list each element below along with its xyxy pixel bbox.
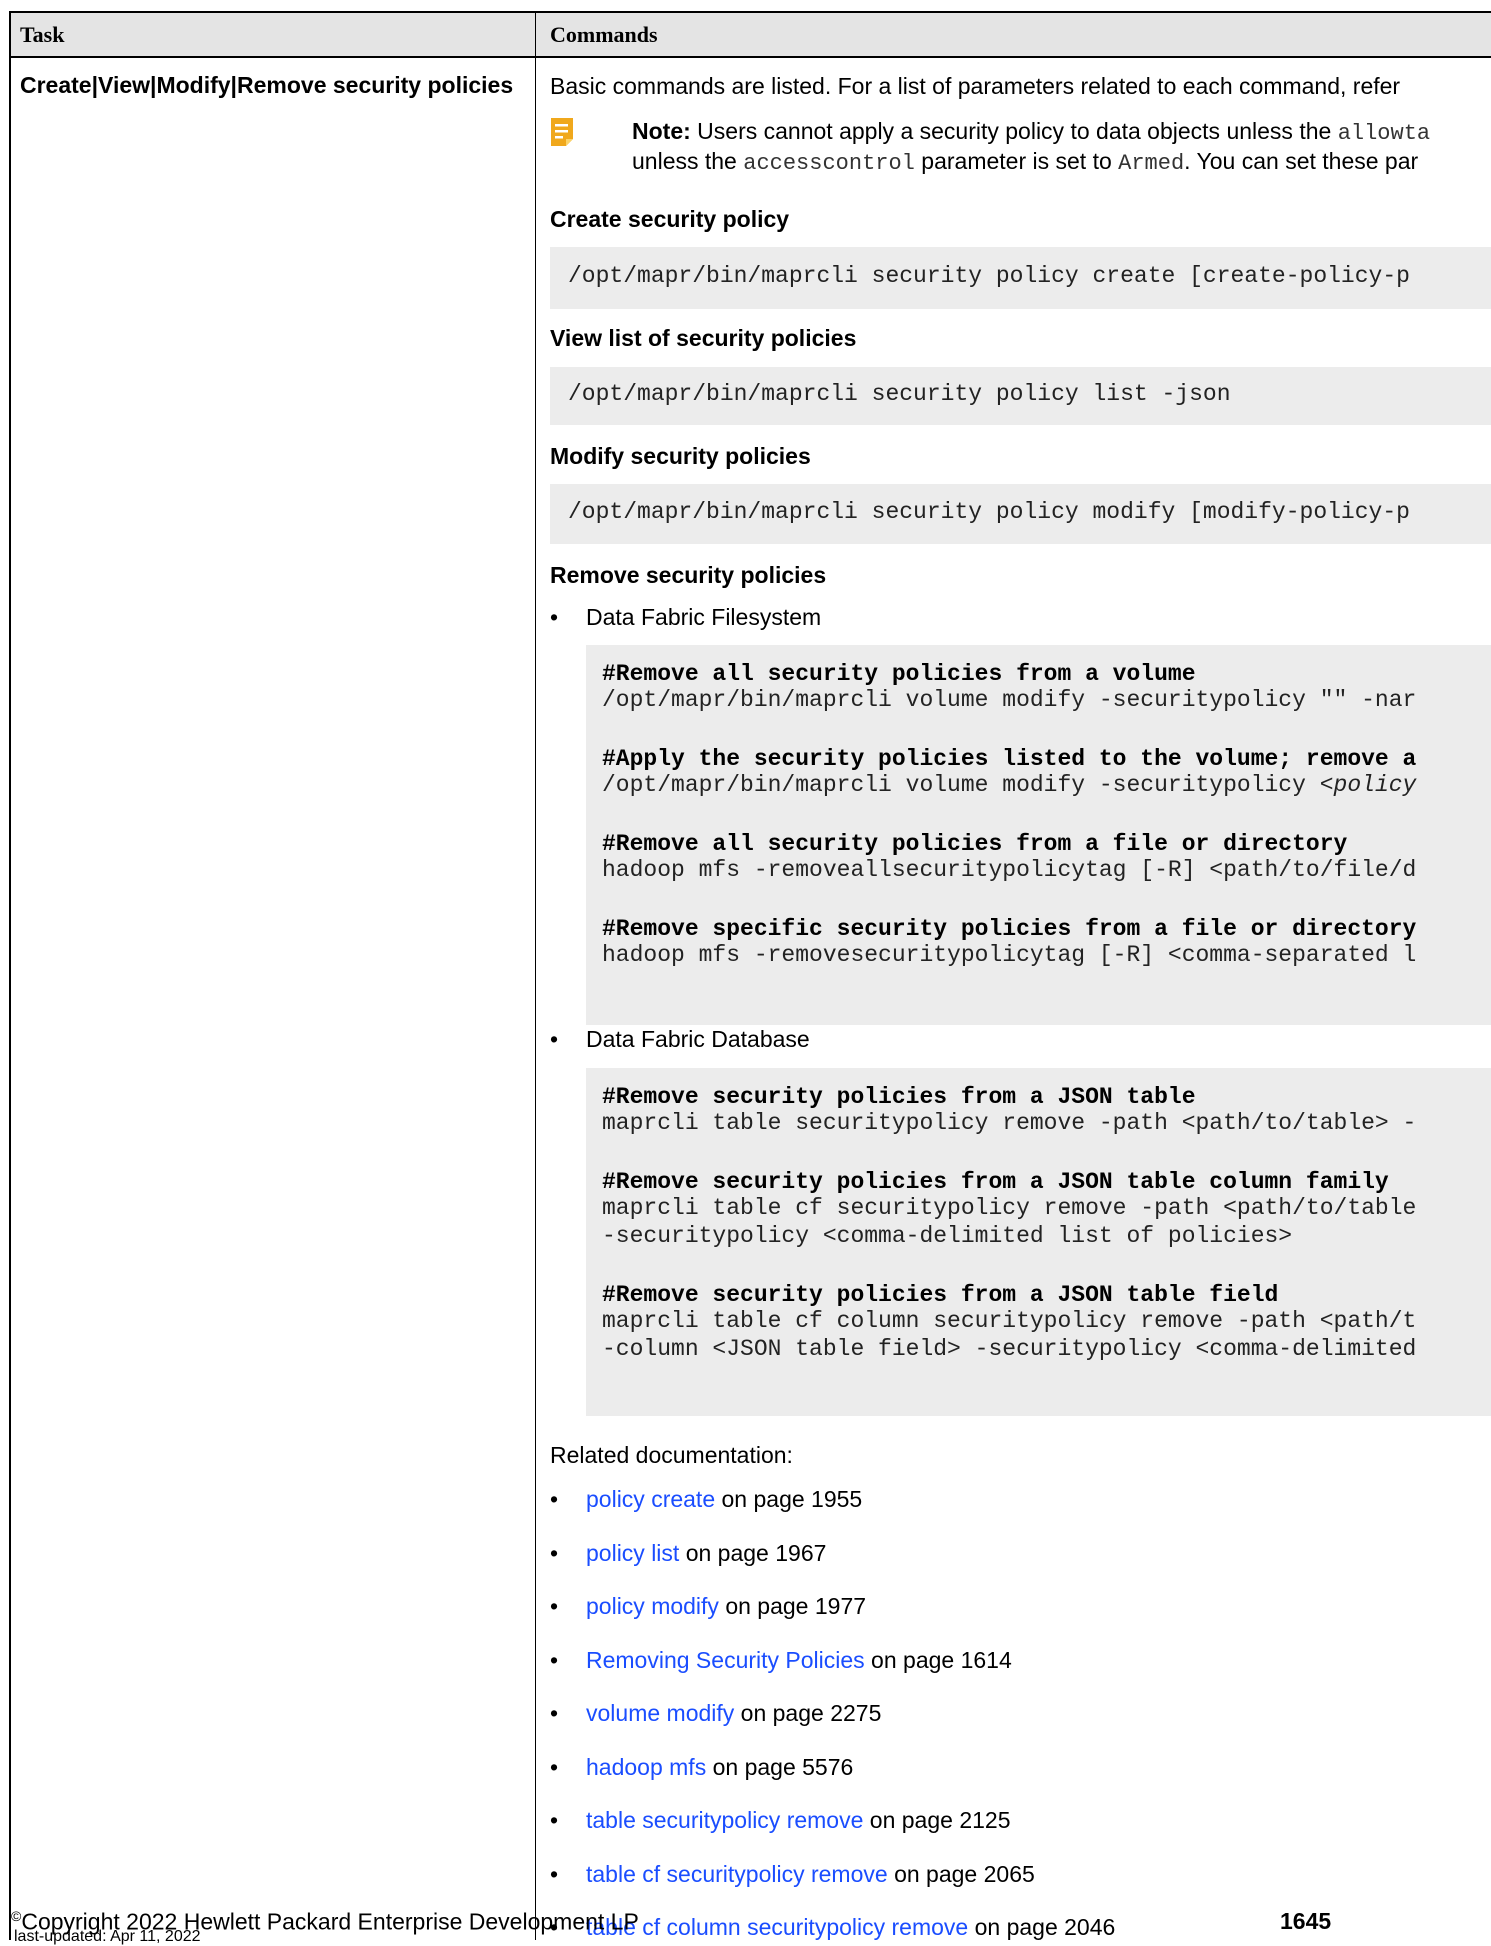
table-border-left — [9, 11, 11, 1940]
inline-code: accesscontrol — [743, 151, 915, 176]
related-doc-link[interactable]: policy create — [586, 1486, 715, 1512]
related-doc-link[interactable]: policy modify — [586, 1593, 719, 1619]
heading-create: Create security policy — [550, 206, 790, 232]
heading-remove: Remove security policies — [550, 562, 827, 588]
related-heading: Related documentation: — [550, 1442, 793, 1468]
code-block-filesystem: #Remove all security policies from a vol… — [586, 645, 1491, 1025]
related-doc-link[interactable]: volume modify — [586, 1700, 734, 1726]
related-doc-link[interactable]: table cf securitypolicy remove — [586, 1861, 888, 1887]
page-number: 1645 — [1280, 1908, 1332, 1934]
table-header-row — [11, 13, 1491, 56]
column-header-commands: Commands — [550, 22, 658, 47]
related-doc-link[interactable]: table securitypolicy remove — [586, 1807, 863, 1833]
code-block-modify: /opt/mapr/bin/maprcli security policy mo… — [550, 484, 1491, 544]
table-header-divider — [9, 56, 1491, 58]
column-header-task: Task — [20, 22, 65, 47]
inline-code: Armed — [1118, 151, 1185, 176]
related-doc-link[interactable]: hadoop mfs — [586, 1754, 706, 1780]
heading-modify: Modify security policies — [550, 443, 811, 469]
footer-last-updated: last-updated: Apr 11, 2022 — [14, 1928, 201, 1945]
note-line-2: unless the accesscontrol parameter is se… — [632, 148, 1419, 176]
code-block-create: /opt/mapr/bin/maprcli security policy cr… — [550, 247, 1491, 309]
note-icon — [551, 118, 573, 146]
related-doc-link[interactable]: policy list — [586, 1540, 679, 1566]
related-doc-link[interactable]: table cf column securitypolicy remove — [586, 1914, 968, 1940]
heading-list: View list of security policies — [550, 325, 857, 351]
code-block-database: #Remove security policies from a JSON ta… — [586, 1068, 1491, 1416]
note-label: Note: — [632, 118, 691, 144]
code-block-list: /opt/mapr/bin/maprcli security policy li… — [550, 367, 1491, 425]
note-line-1: Note: Users cannot apply a security poli… — [632, 118, 1431, 146]
task-cell: Create|View|Modify|Remove security polic… — [20, 72, 514, 98]
inline-code: allowta — [1337, 121, 1431, 146]
intro-text: Basic commands are listed. For a list of… — [550, 73, 1401, 99]
table-column-divider — [535, 11, 536, 1940]
table-border-top — [9, 11, 1491, 13]
note-block: Note: Users cannot apply a security poli… — [550, 117, 1491, 187]
related-doc-link[interactable]: Removing Security Policies — [586, 1647, 865, 1673]
